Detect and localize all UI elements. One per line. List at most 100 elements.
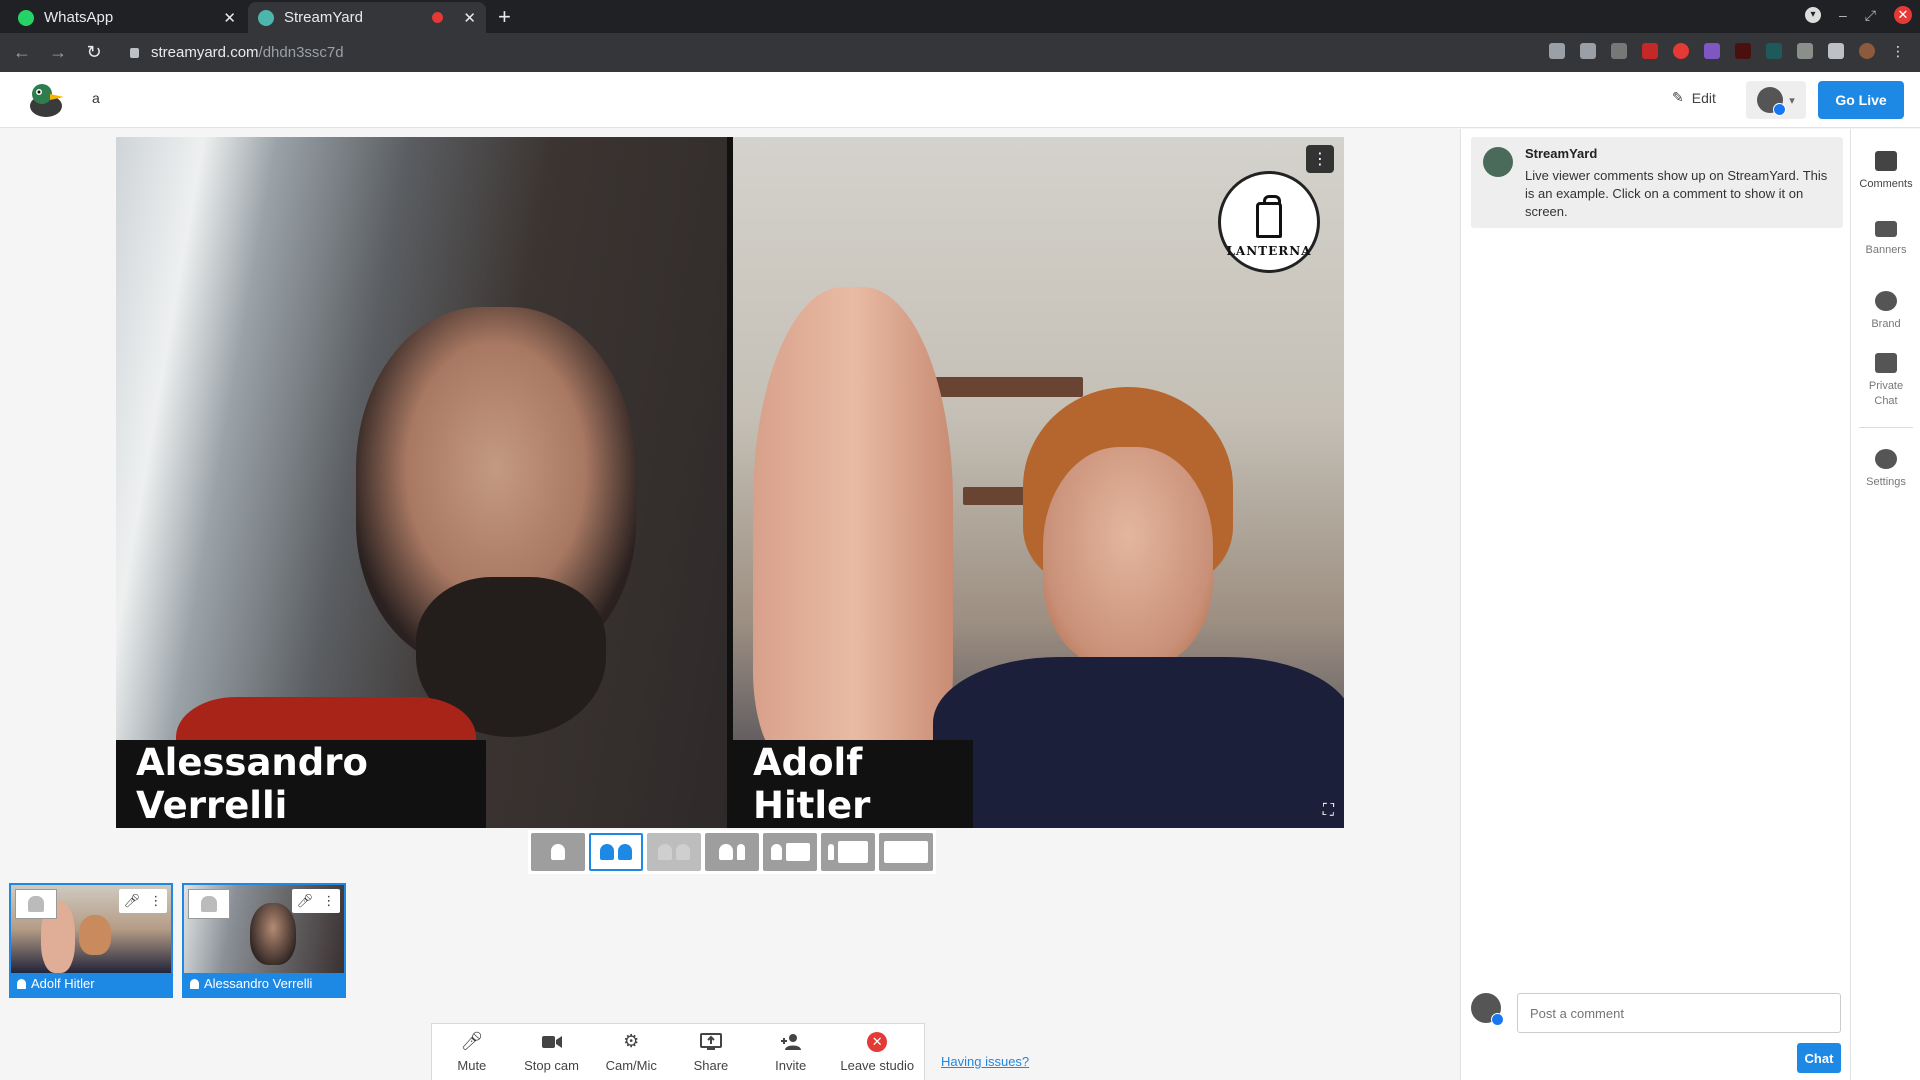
streamyard-favicon-icon [258,9,274,26]
more-options-icon[interactable]: ⋮ [149,893,162,909]
url-field[interactable]: streamyard.com/dhdn3ssc7d [130,44,344,61]
edit-button[interactable]: ✎ Edit [1672,89,1716,106]
tab-search-icon[interactable]: ▾ [1805,7,1821,23]
comment-author: StreamYard [1525,146,1598,161]
go-live-button[interactable]: Go Live [1818,81,1904,119]
broadcast-stage: Alessandro Verrelli LANTERNA ⋮ Adolf Hit… [116,137,1344,828]
extension-icon[interactable] [1797,43,1813,59]
extension-icon[interactable] [1673,43,1689,59]
mute-button[interactable]: 🎤︎ Mute [442,1031,502,1073]
sidebar-item-label: Chat [1874,395,1898,407]
extension-icon[interactable] [1642,43,1658,59]
layout-fullscreen[interactable] [879,833,933,871]
add-person-icon [780,1032,802,1052]
cam-mic-settings-button[interactable]: ⚙ Cam/Mic [601,1031,661,1073]
sidebar-item-settings[interactable]: Settings [1851,449,1920,490]
streamyard-logo-icon[interactable] [24,80,68,120]
cam-mic-label: Cam/Mic [605,1057,657,1073]
participant-name-banner: Adolf Hitler [733,740,973,828]
layout-thin[interactable] [647,833,701,871]
mic-icon[interactable]: 🎤︎ [297,893,314,909]
back-icon[interactable]: ← [8,42,36,63]
extension-icons: ⋮ [1549,43,1906,59]
share-label: Share [693,1057,729,1073]
person-icon [28,896,44,912]
layout-solo[interactable] [531,833,585,871]
url-path: /dhdn3ssc7d [258,44,344,61]
browser-tab-bar: WhatsApp ✕ StreamYard ✕ + ▾ – ⤢ ✕ [0,0,1920,33]
participant-video[interactable]: LANTERNA ⋮ Adolf Hitler ⛶ [733,137,1344,828]
participant-face [1043,447,1213,667]
stop-cam-button[interactable]: Stop cam [522,1032,582,1073]
studio-title[interactable]: a [92,90,100,106]
having-issues-link[interactable]: Having issues? [941,1054,1029,1069]
layout-leader[interactable] [763,833,817,871]
thumbnail-name: Adolf Hitler [31,976,95,991]
stop-cam-label: Stop cam [524,1057,579,1073]
reload-icon[interactable]: ↻ [80,42,108,63]
more-options-icon[interactable]: ⋮ [1306,145,1334,173]
layout-group[interactable] [705,833,759,871]
fullscreen-icon[interactable]: ⛶ [1323,802,1334,820]
chat-button[interactable]: Chat [1797,1043,1841,1073]
sidebar-item-label: Private [1868,380,1904,392]
layout-split[interactable] [589,833,643,871]
mic-icon[interactable]: 🎤︎ [124,893,141,909]
participant-face [79,915,111,955]
palette-icon [1875,291,1897,311]
destination-avatar [1757,87,1787,116]
more-options-icon[interactable]: ⋮ [322,893,335,909]
layout-news[interactable] [821,833,875,871]
star-icon[interactable] [1580,43,1596,59]
extension-icon[interactable] [1735,43,1751,59]
streamyard-avatar [1483,147,1513,177]
person-icon [190,978,199,989]
invite-button[interactable]: Invite [761,1032,821,1073]
layout-selector [528,830,936,874]
participant-thumbnail[interactable]: 🎤︎ ⋮ Adolf Hitler [9,883,173,998]
banner-icon [1875,221,1897,237]
shield-extension-icon[interactable] [1611,43,1627,59]
share-screen-button[interactable]: Share [681,1032,741,1073]
close-window-icon[interactable]: ✕ [1894,6,1912,24]
minimize-icon[interactable]: – [1839,7,1847,23]
address-bar: ← → ↻ streamyard.com/dhdn3ssc7d ⋮ [0,33,1920,72]
facebook-icon [1491,1013,1504,1026]
shelf [933,377,1083,397]
gear-icon: ⚙ [623,1031,640,1051]
sidebar-item-private-chat[interactable]: Private Chat [1851,353,1920,409]
add-to-stream-button[interactable] [15,889,57,919]
add-to-stream-button[interactable] [188,889,230,919]
comment-item[interactable]: StreamYard Live viewer comments show up … [1471,137,1843,228]
studio-toolbar: 🎤︎ Mute Stop cam ⚙ Cam/Mic Share Invite … [431,1023,925,1080]
tab-whatsapp[interactable]: WhatsApp ✕ [8,2,246,33]
person-icon [737,844,745,860]
comment-input[interactable] [1517,993,1841,1033]
person-icon [600,844,614,860]
person-icon [676,844,690,860]
participant-thumbnail[interactable]: 🎤︎ ⋮ Alessandro Verrelli [182,883,346,998]
comments-panel: StreamYard Live viewer comments show up … [1460,129,1850,1080]
close-tab-icon[interactable]: ✕ [223,9,236,27]
pen-extension-icon[interactable] [1704,43,1720,59]
leave-studio-button[interactable]: ✕ Leave studio [840,1031,914,1073]
extension-icon[interactable] [1766,43,1782,59]
sidebar-item-comments[interactable]: Comments [1851,151,1920,192]
new-tab-icon[interactable]: + [498,4,511,30]
facebook-icon [1773,103,1787,116]
restore-icon[interactable]: ⤢ [1865,7,1876,24]
close-tab-icon[interactable]: ✕ [463,9,476,27]
profile-avatar[interactable] [1859,43,1875,59]
sidebar-item-banners[interactable]: Banners [1851,221,1920,258]
puzzle-icon[interactable] [1828,43,1844,59]
person-icon [828,844,834,860]
comment-text: Live viewer comments show up on StreamYa… [1525,168,1828,219]
forward-icon[interactable]: → [44,42,72,63]
chat-bubble-icon [1875,353,1897,373]
browser-menu-icon[interactable]: ⋮ [1890,43,1906,59]
camera-icon[interactable] [1549,43,1565,59]
tab-streamyard[interactable]: StreamYard ✕ [248,2,486,33]
participant-video[interactable]: Alessandro Verrelli [116,137,727,828]
destinations-dropdown[interactable]: ▾ [1746,81,1806,119]
sidebar-item-brand[interactable]: Brand [1851,291,1920,332]
